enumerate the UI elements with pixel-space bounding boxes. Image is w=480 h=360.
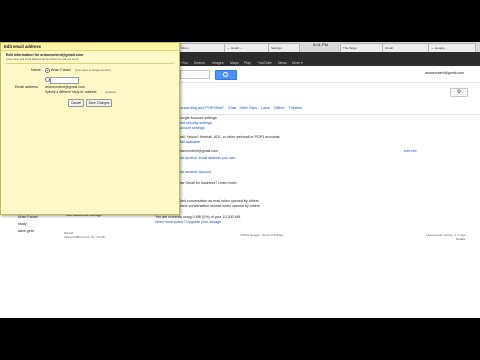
browser-tab[interactable]: Gmail	[382, 43, 430, 52]
google-bar-item[interactable]: +You	[180, 60, 188, 66]
name-input[interactable]	[50, 77, 79, 84]
google-bar-item[interactable]: YouTube	[258, 60, 272, 66]
tab-labs[interactable]: Labs	[261, 106, 269, 110]
sidebar-item[interactable]: dave.gear	[18, 229, 34, 233]
search-input[interactable]	[180, 70, 210, 79]
google-bar-item[interactable]: News	[278, 60, 287, 66]
sidebar-item[interactable]: Arian Fahari	[18, 215, 38, 219]
google-bar: +You Search Images Maps Play YouTube New…	[178, 60, 480, 66]
browser-tab[interactable]: Inbox -	[178, 43, 226, 52]
cancel-button[interactable]: Cancel	[68, 99, 84, 107]
dialog-heading: Edit information for arianeontent@gmail.…	[6, 53, 84, 57]
edit-email-dialog: Edit email address Edit information for …	[0, 42, 180, 215]
browser-tab[interactable]: — Gmail —	[224, 43, 270, 52]
settings-row: Leave conversation unread when opened by…	[178, 204, 260, 208]
google-bar-item[interactable]: Maps	[230, 60, 239, 66]
settings-tabs: Forwarding and POP/IMAP Chat Web Clips L…	[178, 106, 305, 110]
google-bar-item[interactable]: Search	[194, 60, 205, 66]
divider	[178, 82, 480, 83]
settings-row: Use Gmail for business? Learn more	[178, 181, 237, 185]
settings-link[interactable]: Mail available	[178, 140, 200, 144]
sidebar-item[interactable]: study	[18, 222, 27, 226]
dialog-title: Edit email address	[4, 44, 42, 49]
google-bar-item[interactable]: More ▾	[292, 60, 303, 66]
tab-web-clips[interactable]: Web Clips	[240, 106, 257, 110]
settings-link[interactable]: Find security settings	[178, 121, 212, 125]
name-radio-default[interactable]	[45, 68, 50, 73]
name-label: Name:	[31, 68, 42, 72]
storage-usage: You are currently using 0 MB (0%) of you…	[155, 215, 241, 219]
browser-tab[interactable]: — Google	[428, 43, 476, 52]
tab-offline[interactable]: Offline	[274, 106, 285, 110]
google-bar-item[interactable]: Play	[244, 60, 251, 66]
edit-info-link[interactable]: edit info	[404, 149, 417, 153]
screen: Inbox - — Gmail — Settings The Verge Gma…	[0, 42, 480, 318]
google-bar-item[interactable]: Images	[212, 60, 223, 66]
gear-icon[interactable]: ⚙	[450, 88, 468, 97]
footer-details-link[interactable]: Details	[456, 237, 465, 241]
settings-link[interactable]: Account settings	[178, 126, 204, 130]
email-value: arianeontent@gmail.com	[45, 85, 86, 89]
specify-hint: (optional)	[105, 90, 116, 94]
clock: 5:01 PM	[313, 42, 328, 47]
add-account-link[interactable]: Add another account	[178, 170, 211, 174]
browser-tab[interactable]: The Verge	[340, 43, 384, 52]
name-option-hint: (your name in Google account)	[75, 69, 111, 72]
name-option-label: Arian Fahari	[51, 68, 71, 72]
email-label: Email address:	[15, 85, 39, 89]
account-email[interactable]: arianeontent@gmail.com	[425, 71, 464, 75]
settings-row: mail, Yahoo!, Hotmail, AOL, or other web…	[178, 135, 281, 139]
search-button[interactable]	[215, 70, 237, 80]
footer-terms[interactable]: ©2012 Google - Terms & Privacy	[240, 233, 284, 237]
upgrade-storage-link[interactable]: Need more space? Upgrade your storage	[155, 220, 221, 224]
settings-row: Mark conversation as read when opened by…	[178, 199, 259, 203]
save-changes-button[interactable]: Save Changes	[86, 99, 112, 107]
bookmarks-bar	[178, 52, 480, 60]
email-address-row: arianeontent@gmail.com	[178, 149, 219, 153]
footer-usage-detail: Using 0 MB of your 10 / 10 GB	[64, 235, 105, 239]
search-icon	[223, 72, 228, 77]
divider	[6, 63, 174, 64]
add-email-link[interactable]: Add another email address you own	[178, 156, 235, 160]
settings-row: Google Account settings	[178, 116, 217, 120]
browser-tab[interactable]: Settings	[268, 43, 300, 52]
tab-forwarding[interactable]: Forwarding and POP/IMAP	[178, 106, 224, 110]
tab-themes[interactable]: Themes	[288, 106, 302, 110]
tab-chat[interactable]: Chat	[228, 106, 236, 110]
specify-reply-to-link[interactable]: Specify a different "reply-to" address	[45, 90, 96, 94]
dialog-subtitle: (your name and email address will be sho…	[6, 58, 79, 61]
